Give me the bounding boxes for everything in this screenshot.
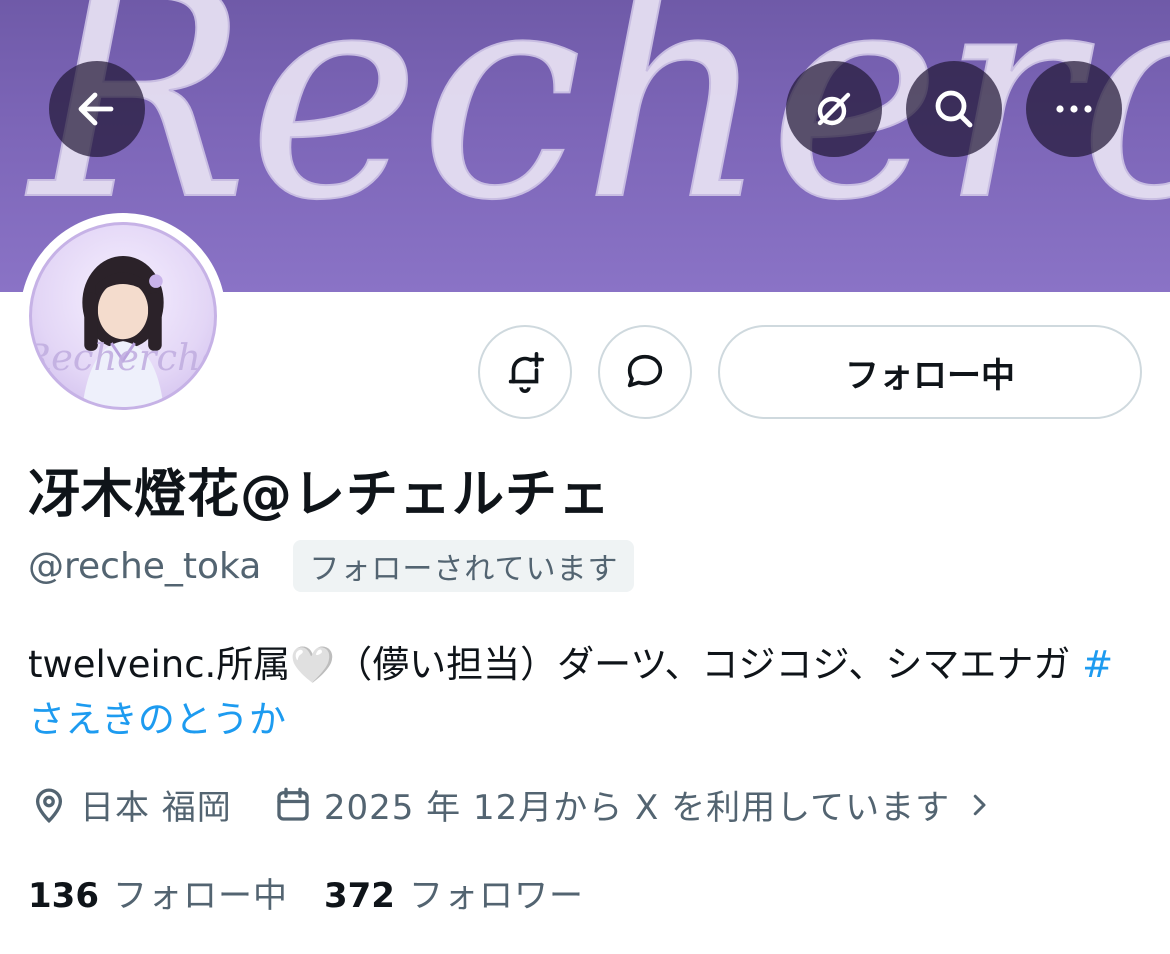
calendar-icon: [277, 787, 309, 821]
location-text: 日本 福岡: [80, 788, 232, 828]
follow-stats: 136 フォロー中 372 フォロワー: [28, 868, 584, 917]
profile-bio: twelveinc.所属🤍（儚い担当）ダーツ、コジコジ、シマエナガ #さえきのと…: [28, 638, 1138, 747]
joined-item[interactable]: 2025 年 12月から X を利用しています: [272, 780, 994, 829]
following-button-label: フォロー中: [845, 355, 1015, 396]
banner-script-text: Recherche: [24, 0, 1170, 265]
grok-button[interactable]: [786, 61, 882, 157]
search-icon: [935, 90, 973, 128]
grok-icon: [817, 92, 851, 126]
followers-count: 372: [323, 876, 395, 916]
svg-text:Recherche: Recherche: [25, 0, 1170, 264]
more-button[interactable]: [1026, 61, 1122, 157]
white-heart-emoji: 🤍: [290, 645, 336, 686]
followers-label: フォロワー: [408, 876, 584, 916]
svg-text:Recherche: Recherche: [32, 336, 214, 379]
follows-you-badge: フォローされています: [293, 540, 635, 592]
avatar-image: Recherche: [29, 222, 217, 410]
following-count: 136: [28, 876, 99, 916]
profile-meta: 日本 福岡 2025 年 12月から X を利用しています: [28, 780, 994, 829]
chevron-right-icon: [973, 794, 986, 815]
following-button[interactable]: フォロー中: [718, 325, 1142, 419]
location-item: 日本 福岡: [28, 780, 232, 829]
bio-text: twelveinc.所属: [28, 643, 291, 686]
location-pin-icon: [35, 788, 63, 823]
joined-text: 2025 年 12月から X を利用しています: [323, 788, 951, 828]
profile-avatar[interactable]: Recherche: [20, 213, 226, 419]
handle-row: @reche_toka フォローされています: [28, 540, 635, 592]
more-horizontal-icon: [1056, 105, 1092, 113]
followers-stat[interactable]: 372 フォロワー: [324, 868, 584, 917]
following-label: フォロー中: [112, 876, 288, 916]
bell-plus-icon: [508, 351, 545, 393]
following-stat[interactable]: 136 フォロー中: [28, 868, 288, 917]
user-handle: @reche_toka: [28, 545, 262, 587]
search-button[interactable]: [906, 61, 1002, 157]
message-bubble-icon: [627, 354, 663, 388]
bio-rest: （儚い担当）ダーツ、コジコジ、シマエナガ: [335, 643, 1083, 686]
back-button[interactable]: [49, 61, 145, 157]
arrow-left-icon: [78, 92, 114, 126]
display-name: 冴木燈花@レチェルチェ: [28, 465, 612, 525]
notify-button[interactable]: [478, 325, 572, 419]
message-button[interactable]: [598, 325, 692, 419]
